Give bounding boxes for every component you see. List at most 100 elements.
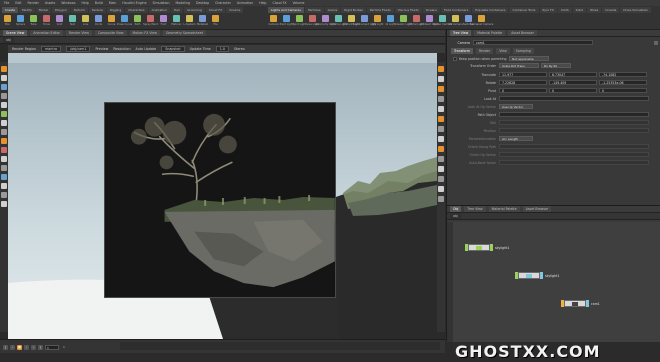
snapshot-button[interactable]: Snapshot (161, 46, 185, 52)
shelf-tab[interactable]: Lights and Cameras (268, 7, 304, 13)
parameter-field[interactable]: Use Up Vector (499, 104, 533, 109)
shelf-tool-button[interactable]: File (210, 14, 221, 29)
menu-item[interactable]: Modeling (176, 1, 191, 5)
parameter-subtab[interactable]: View (496, 47, 510, 54)
viewport-tab[interactable]: Render View (66, 30, 92, 36)
node-label[interactable]: cam1 (591, 302, 600, 306)
shelf-tab[interactable]: Rigging (106, 7, 125, 13)
node-body[interactable] (564, 300, 586, 307)
shelf-tab[interactable]: Rigid Bodies (341, 7, 366, 13)
shelf-tool-button[interactable]: Ambient Light (420, 14, 439, 29)
auto-update-toggle[interactable]: Auto Update (136, 47, 157, 51)
shelf-tool-button[interactable]: Null (67, 14, 78, 29)
shelf-tool-button[interactable]: Spray Paint (143, 14, 158, 29)
stop-icon[interactable]: ■ (17, 344, 22, 350)
left-tool-icon[interactable] (1, 75, 7, 81)
render-region-label[interactable]: Render Region (12, 47, 36, 51)
network-path[interactable]: obj (450, 213, 461, 219)
display-option-icon[interactable] (438, 96, 444, 102)
parameter-field[interactable]: -149.409 (549, 80, 597, 85)
shelf-tab[interactable]: Hair (170, 7, 184, 13)
camera-dropdown[interactable]: /obj/cam1 (66, 46, 91, 52)
step-back-icon[interactable]: ‹ (10, 344, 15, 350)
current-frame-field[interactable]: 1 (45, 344, 59, 350)
shelf-tool-button[interactable]: Circle (93, 14, 104, 29)
shelf-tool-button[interactable]: Spot Light (293, 14, 306, 29)
start-frame-label[interactable]: 1 (63, 345, 65, 349)
shelf-tool-button[interactable]: Tube (28, 14, 39, 29)
shelf-tool-button[interactable]: Grid (54, 14, 65, 29)
shelf-tool-button[interactable]: Environment Light (353, 14, 376, 29)
menu-item[interactable]: Volume (293, 1, 305, 5)
shelf-tab[interactable]: Cloud FX (205, 7, 226, 13)
shelf-tool-button[interactable]: Path (132, 14, 143, 29)
parameter-tab[interactable]: Asset Browser (508, 30, 537, 36)
display-option-icon[interactable] (438, 116, 444, 122)
shelf-tool-button[interactable]: Line (80, 14, 91, 29)
left-tool-icon[interactable] (1, 174, 7, 180)
shelf-tab[interactable]: Cloth (557, 7, 572, 13)
shelf-tab[interactable]: Wires (586, 7, 602, 13)
viewport-tab[interactable]: Composite View (94, 30, 127, 36)
menu-item[interactable]: Assets (45, 1, 55, 5)
network-node-skylight-2[interactable]: skylight1 (515, 272, 559, 279)
node-body[interactable] (468, 244, 490, 251)
shelf-tool-button[interactable]: Switcher (463, 14, 474, 29)
display-option-icon[interactable] (438, 146, 444, 152)
parameter-field[interactable]: 7.22628 (499, 80, 547, 85)
shelf-tab[interactable]: Animation (148, 7, 170, 13)
left-tool-icon[interactable] (1, 93, 7, 99)
parameter-field[interactable]: 0 (549, 88, 597, 93)
menu-item[interactable]: Cloud FX (272, 1, 286, 5)
render-preview-window[interactable] (104, 102, 336, 298)
left-tool-icon[interactable] (1, 138, 7, 144)
shelf-tool-button[interactable]: Metaball (197, 14, 208, 29)
menu-item[interactable]: Help (82, 1, 89, 5)
node-body[interactable] (518, 272, 540, 279)
left-tool-icon[interactable] (1, 66, 7, 72)
shelf-tool-button[interactable]: VR Camera (448, 14, 463, 29)
menu-item[interactable]: Build (95, 1, 103, 5)
display-option-icon[interactable] (438, 66, 444, 72)
shelf-tab[interactable]: Particles (304, 7, 324, 13)
parameter-subtab[interactable]: Transform (451, 47, 473, 54)
menu-item[interactable]: Edit (15, 1, 21, 5)
shelf-tab[interactable]: Characters (125, 7, 148, 13)
shelf-tab[interactable]: Grooming (184, 7, 205, 13)
parameter-field[interactable]: 0 (499, 88, 547, 93)
shelf-tab[interactable]: Crowds (602, 7, 620, 13)
left-tool-icon[interactable] (1, 84, 7, 90)
shelf-tab[interactable]: Modify (18, 7, 35, 13)
play-icon[interactable]: › (24, 344, 29, 350)
display-option-icon[interactable] (438, 86, 444, 92)
path-obj-label[interactable]: obj (3, 37, 14, 43)
shelf-tool-button[interactable]: Volume Light (330, 14, 347, 29)
shelf-tool-button[interactable]: Platonic (171, 14, 182, 29)
shelf-tab[interactable]: Solid (572, 7, 586, 13)
menu-item[interactable]: Desktop (196, 1, 209, 5)
parameter-tab[interactable]: Tree View (450, 30, 472, 36)
node-label[interactable]: skylight1 (545, 274, 559, 278)
go-start-icon[interactable]: | (3, 344, 8, 350)
left-tool-icon[interactable] (1, 183, 7, 189)
shelf-tool-button[interactable]: L-System (184, 14, 196, 29)
parameter-field[interactable]: 0 (599, 88, 647, 93)
parameter-field[interactable]: -74.1082 (599, 72, 647, 77)
parameter-field[interactable] (499, 96, 649, 101)
shelf-tool-button[interactable]: Portal Light (409, 14, 424, 29)
menu-item[interactable]: Simulation (153, 1, 170, 5)
left-tool-icon[interactable] (1, 102, 7, 108)
parameter-field[interactable]: Arc Length (499, 136, 533, 141)
shelf-tool-button[interactable]: Geometry Light (315, 14, 336, 29)
shelf-tab[interactable]: Pyro FX (539, 7, 557, 13)
viewport-tab[interactable]: Motion FX View (129, 30, 160, 36)
shelf-tab[interactable]: Oceans (422, 7, 440, 13)
shelf-tab[interactable]: Viscous Fluids (394, 7, 422, 13)
shelf-tool-button[interactable]: GI Light (385, 14, 396, 29)
shelf-tool-button[interactable]: Box (2, 14, 13, 29)
resolution-toggle[interactable]: Resolution (113, 47, 130, 51)
node-flag-right[interactable] (490, 244, 493, 251)
display-option-icon[interactable] (438, 156, 444, 162)
display-option-icon[interactable] (438, 166, 444, 172)
left-tool-icon[interactable] (1, 120, 7, 126)
